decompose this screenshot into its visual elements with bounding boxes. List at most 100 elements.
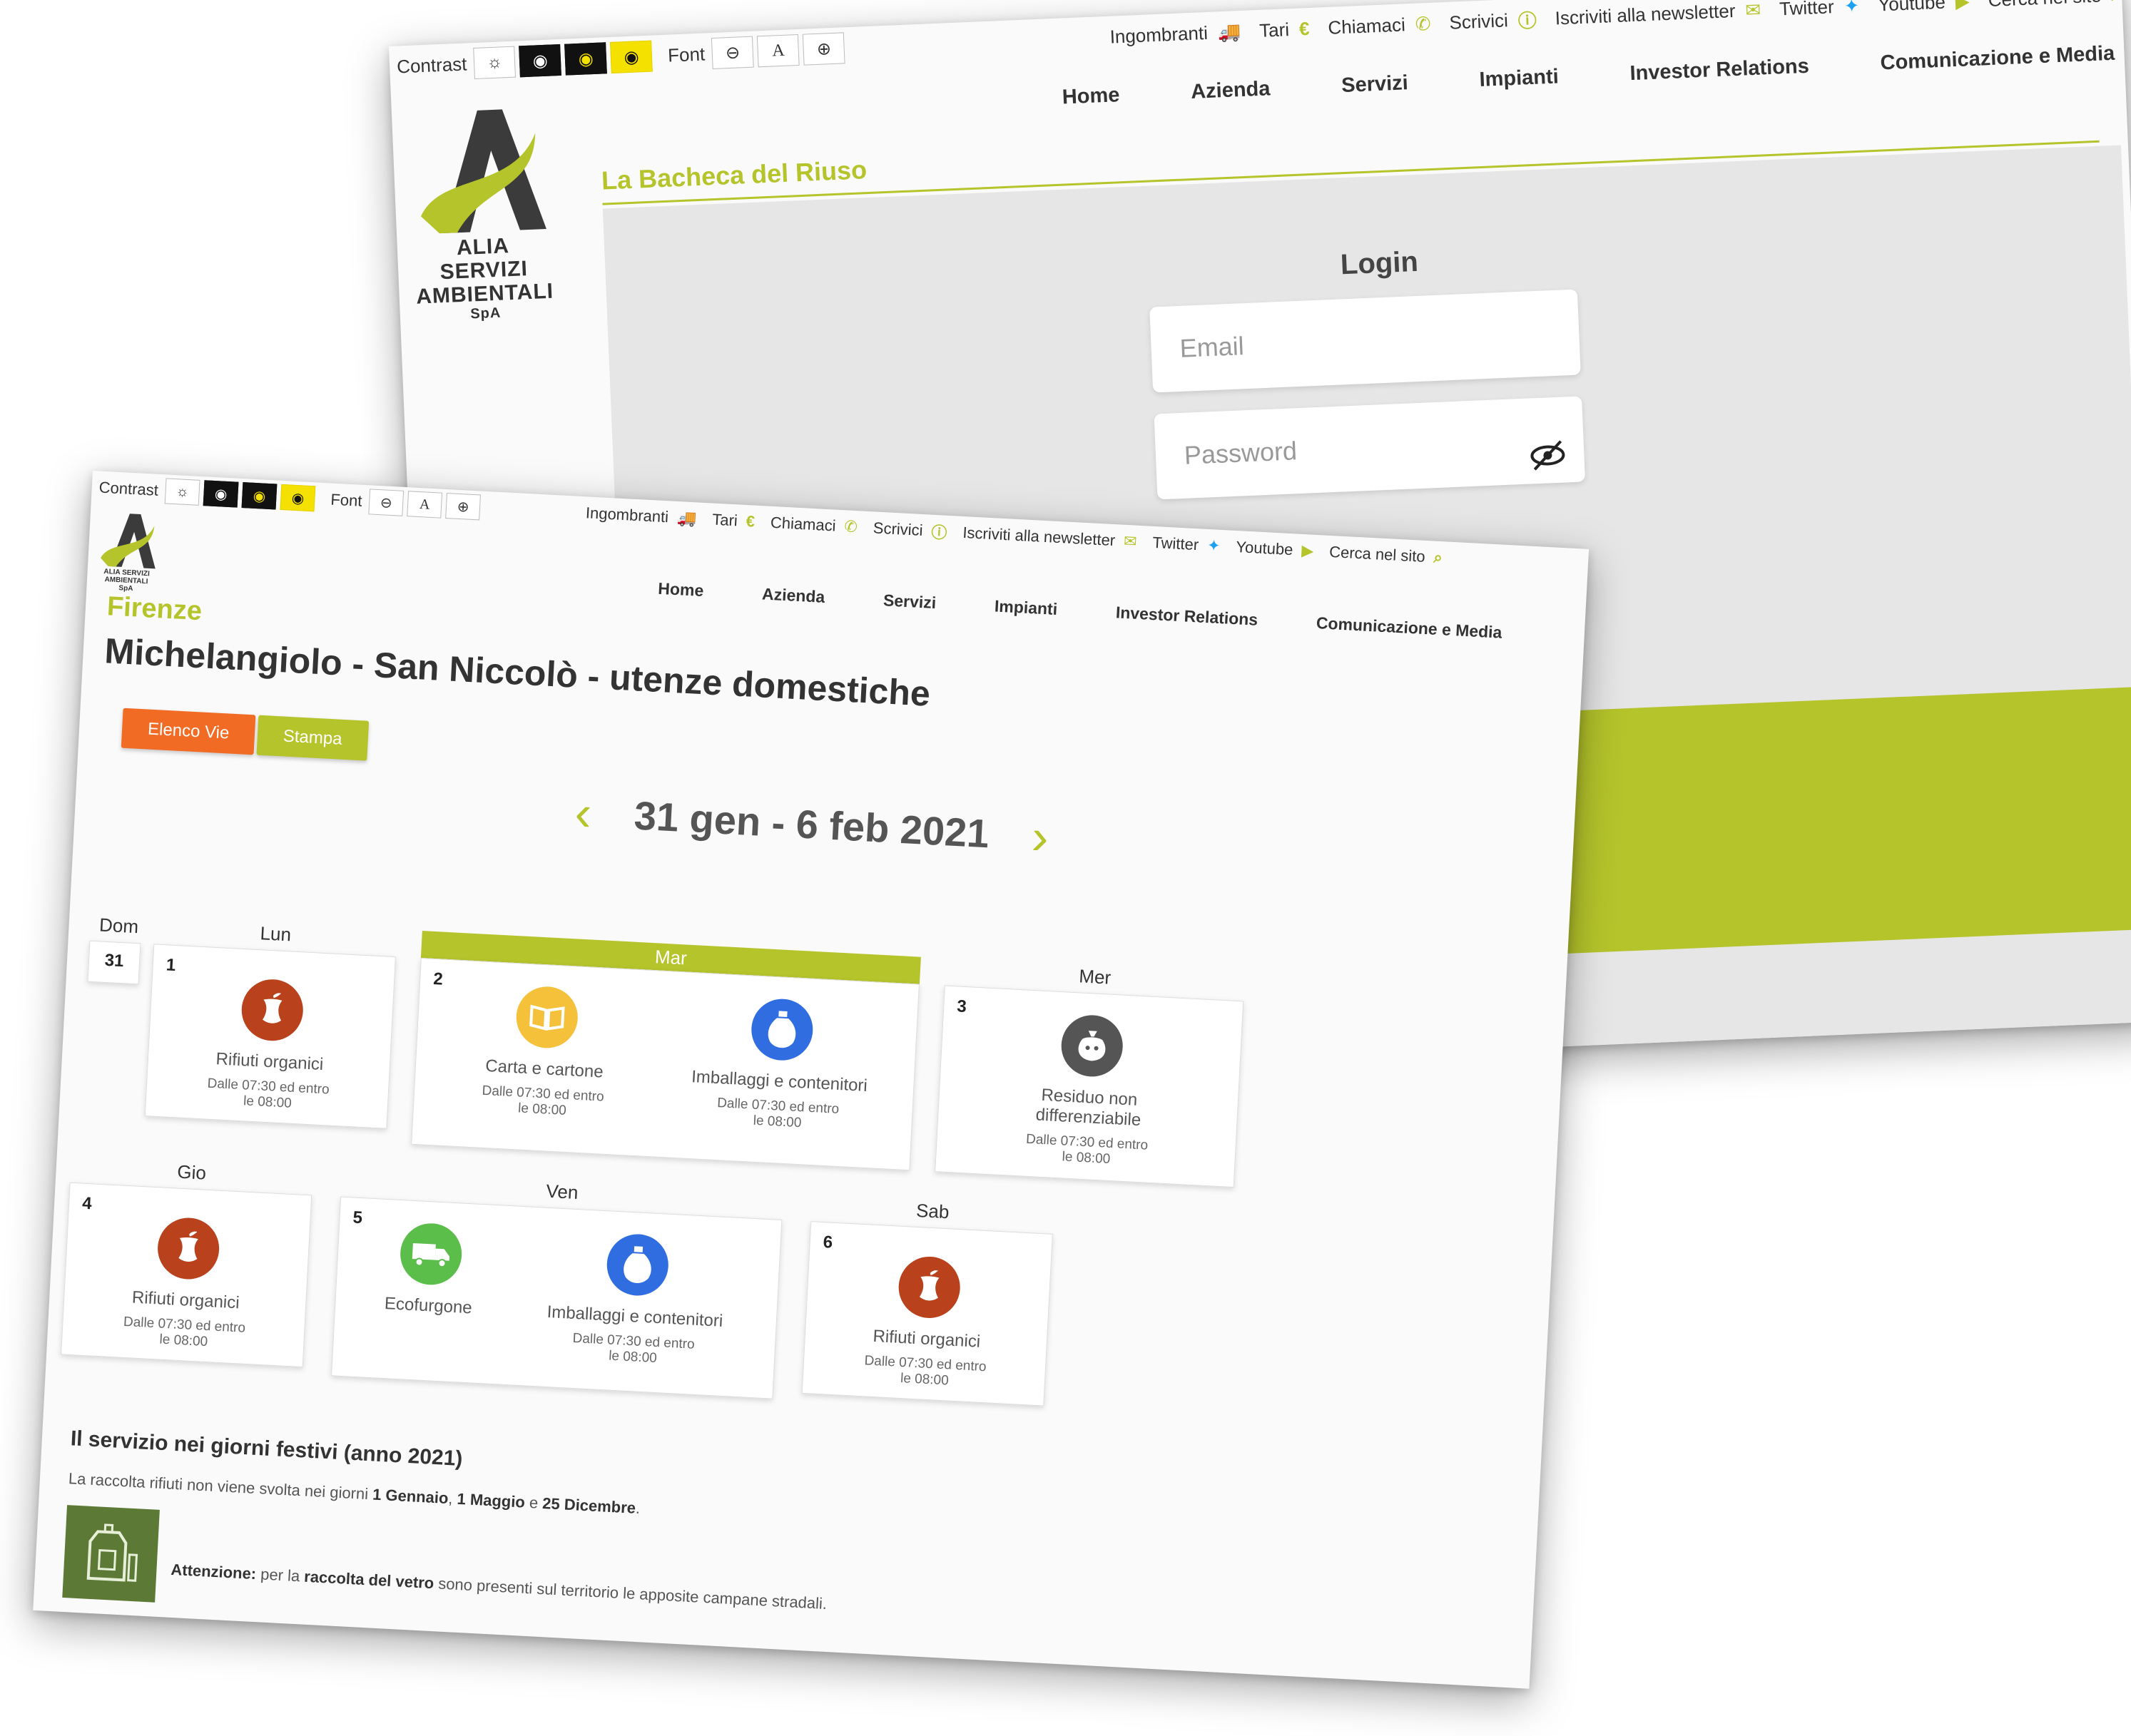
trash-bag-icon [1059, 1013, 1124, 1078]
week-label: 31 gen - 6 feb 2021 [633, 792, 991, 857]
password-field[interactable]: Password [1154, 396, 1586, 500]
font-reset-button[interactable]: A [407, 491, 443, 519]
van-icon [398, 1222, 464, 1287]
ingombranti-link[interactable]: Ingombranti 🚚 [585, 504, 697, 528]
nav-azienda[interactable]: Azienda [761, 584, 825, 607]
nav-home[interactable]: Home [658, 579, 704, 601]
glass-notice: Attenzione: per la raccolta del vetro so… [170, 1560, 828, 1613]
font-decrease-button[interactable]: ⊖ [368, 489, 405, 516]
day-sab: Sab 6 Rifiuti organici Dalle 07:30 ed en… [801, 1194, 1054, 1406]
glass-bin-icon [62, 1505, 160, 1603]
alia-logo[interactable]: ALIA SERVIZI AMBIENTALI SpA [93, 510, 162, 594]
elenco-vie-button[interactable]: Elenco Vie [121, 708, 256, 755]
ingombranti-link[interactable]: Ingombranti 🚚 [1109, 20, 1241, 48]
plus-circle-icon: ⊕ [457, 499, 470, 516]
nav-comunicazione-media[interactable]: Comunicazione e Media [1880, 42, 2115, 76]
contrast-normal-button[interactable]: ☼ [473, 46, 517, 80]
search-link[interactable]: Cerca nel sito⌕ [1988, 0, 2122, 11]
alia-logo-mark [421, 109, 546, 234]
chevron-right-icon[interactable]: › [1030, 808, 1049, 864]
day-dom: Dom 31 [80, 913, 155, 988]
week-navigator: ‹ 31 gen - 6 feb 2021 › [574, 785, 1050, 865]
youtube-link[interactable]: Youtube ▶ [1236, 538, 1314, 561]
nav-impianti[interactable]: Impianti [1479, 65, 1559, 92]
scrivici-link[interactable]: Scrivici ⓘ [1449, 6, 1537, 36]
font-reset-button[interactable]: A [757, 34, 800, 68]
apple-core-icon [240, 978, 305, 1043]
eye-icon: ◉ [624, 46, 640, 67]
plus-circle-icon: ⊕ [816, 39, 832, 59]
service-organici[interactable]: Rifiuti organici Dalle 07:30 ed entro le … [175, 974, 367, 1115]
search-icon: ⌕ [1433, 548, 1443, 567]
chiamaci-link[interactable]: Chiamaci ✆ [1328, 12, 1431, 39]
nav-home[interactable]: Home [1062, 83, 1120, 109]
contrast-dark-button[interactable]: ◉ [203, 480, 239, 508]
service-organici[interactable]: Rifiuti organici Dalle 07:30 ed entro le … [91, 1213, 283, 1354]
login-title: Login [1340, 245, 1419, 281]
day-mar: Mar 2 Carta e cartone Dalle 07:30 ed ent… [411, 931, 921, 1171]
book-icon [514, 985, 579, 1050]
contrast-black-on-yellow-button[interactable]: ◉ [610, 40, 653, 73]
nav-comunicazione-media[interactable]: Comunicazione e Media [1316, 613, 1502, 643]
day-gio: Gio 4 Rifiuti organici Dalle 07:30 ed en… [61, 1155, 313, 1368]
phone-icon: ✆ [843, 517, 858, 536]
service-residuo[interactable]: Residuo non differenziabile Dalle 07:30 … [986, 1010, 1194, 1171]
password-placeholder: Password [1184, 436, 1298, 470]
alia-logo[interactable]: ALIA SERVIZI AMBIENTALI SpA [406, 104, 557, 325]
youtube-icon: ▶ [1955, 0, 1970, 12]
twitter-link[interactable]: Twitter ✦ [1152, 533, 1221, 556]
service-ecofurgone[interactable]: Ecofurgone [335, 1219, 525, 1321]
truck-icon: 🚚 [676, 508, 698, 528]
city-title: Firenze [106, 591, 203, 627]
search-link[interactable]: Cerca nel sito⌕ [1329, 543, 1443, 567]
day-lun: Lun 1 Rifiuti organici Dalle 07:30 ed en… [144, 916, 397, 1129]
font-increase-button[interactable]: ⊕ [445, 493, 482, 521]
envelope-icon: ✉ [1123, 531, 1138, 551]
youtube-link[interactable]: Youtube ▶ [1878, 0, 1970, 16]
apple-core-icon [897, 1255, 962, 1320]
chevron-left-icon[interactable]: ‹ [574, 785, 593, 841]
stampa-button[interactable]: Stampa [256, 715, 369, 761]
nav-azienda[interactable]: Azienda [1191, 77, 1271, 104]
contrast-normal-button[interactable]: ☼ [164, 478, 200, 506]
service-carta[interactable]: Carta e cartone Dalle 07:30 ed entro le 0… [449, 982, 641, 1123]
contrast-label: Contrast [396, 52, 467, 78]
day-mer: Mer 3 Residuo non differenziabile Dalle … [935, 959, 1245, 1188]
envelope-icon: ✉ [1744, 0, 1761, 21]
scrivici-link[interactable]: Scrivici ⓘ [873, 516, 947, 543]
twitter-link[interactable]: Twitter ✦ [1779, 0, 1860, 20]
newsletter-link[interactable]: Iscriviti alla newsletter ✉ [1555, 0, 1761, 29]
section-title: La Bacheca del Riuso [601, 155, 868, 195]
tari-link[interactable]: Tari € [712, 511, 756, 531]
contrast-yellow-on-black-button[interactable]: ◉ [564, 42, 608, 76]
eye-slash-icon[interactable] [1527, 421, 1569, 508]
youtube-icon: ▶ [1301, 541, 1314, 560]
email-field[interactable]: Email [1149, 289, 1581, 393]
contrast-dark-button[interactable]: ◉ [519, 44, 562, 78]
utility-links: Ingombranti 🚚 Tari € Chiamaci ✆ Scrivici ⓘ I… [1091, 0, 2122, 51]
holiday-title: Il servizio nei giorni festivi (anno 202… [70, 1426, 464, 1471]
chiamaci-link[interactable]: Chiamaci ✆ [770, 514, 858, 536]
brightness-icon: ☼ [176, 483, 190, 500]
nav-impianti[interactable]: Impianti [994, 596, 1057, 619]
contrast-black-on-yellow-button[interactable]: ◉ [280, 484, 316, 512]
contrast-yellow-on-black-button[interactable]: ◉ [241, 482, 278, 510]
nav-servizi[interactable]: Servizi [1341, 71, 1409, 98]
eye-icon: ◉ [578, 48, 594, 69]
font-decrease-button[interactable]: ⊖ [711, 36, 754, 70]
service-imballaggi[interactable]: Imballaggi e contenitori Dalle 07:30 ed … [540, 1230, 732, 1370]
nav-investor-relations[interactable]: Investor Relations [1115, 603, 1258, 629]
day-ven: Ven 5 Ecofurgone Imballaggi e contenitor… [331, 1170, 783, 1399]
nav-investor-relations[interactable]: Investor Relations [1629, 55, 1810, 86]
service-organici[interactable]: Rifiuti organici Dalle 07:30 ed entro le … [832, 1252, 1024, 1392]
zone-title: Michelangiolo - San Niccolò - utenze dom… [103, 630, 932, 714]
newsletter-link[interactable]: Iscriviti alla newsletter ✉ [962, 524, 1137, 551]
font-label: Font [667, 42, 706, 66]
calendar-screenshot: Contrast ☼ ◉ ◉ ◉ Font ⊖ A ⊕ Ingombranti 🚚… [33, 471, 1590, 1689]
nav-servizi[interactable]: Servizi [883, 591, 936, 613]
service-imballaggi[interactable]: Imballaggi e contenitori Dalle 07:30 ed … [684, 994, 876, 1135]
twitter-bird-icon: ✦ [1206, 536, 1221, 555]
tari-link[interactable]: Tari € [1259, 17, 1311, 41]
minus-circle-icon: ⊖ [725, 42, 741, 63]
font-increase-button[interactable]: ⊕ [803, 32, 845, 66]
